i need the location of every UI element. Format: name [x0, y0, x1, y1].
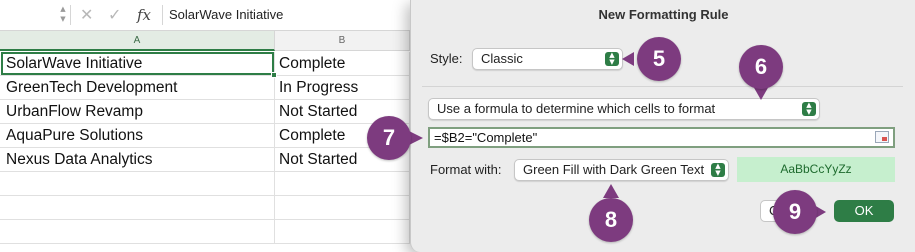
cell-a8[interactable]	[0, 196, 275, 220]
insert-function-icon[interactable]: fx	[137, 4, 157, 26]
style-select-value: Classic	[481, 51, 523, 66]
collapse-dialog-icon[interactable]	[875, 131, 889, 143]
format-preview: AaBbCcYyZz	[737, 157, 895, 182]
cell-a5[interactable]: AquaPure Solutions	[0, 124, 275, 148]
formula-bar-content[interactable]: SolarWave Initiative	[169, 6, 283, 24]
column-header-a[interactable]: A	[0, 31, 275, 51]
cell-a7[interactable]	[0, 172, 275, 196]
callout-pointer	[622, 52, 634, 66]
format-with-label: Format with:	[430, 162, 502, 177]
callout-badge-7: 7	[367, 116, 411, 160]
rule-type-select-value: Use a formula to determine which cells t…	[437, 101, 716, 116]
callout-badge-5: 5	[637, 37, 681, 81]
divider	[422, 86, 903, 87]
callout-badge-8: 8	[589, 198, 633, 242]
cell-a4[interactable]: UrbanFlow Revamp	[0, 100, 275, 124]
cell-b9[interactable]	[275, 220, 410, 244]
ok-button[interactable]: OK	[834, 200, 894, 222]
cell-b8[interactable]	[275, 196, 410, 220]
style-label: Style:	[430, 51, 463, 66]
dialog-title: New Formatting Rule	[598, 7, 729, 22]
cell-b2[interactable]: Complete	[275, 52, 410, 76]
divider	[162, 5, 163, 25]
formula-input[interactable]: =$B2="Complete"	[428, 127, 895, 148]
name-box[interactable]	[0, 3, 55, 27]
chevron-updown-icon: ▲ ▼	[802, 102, 816, 116]
format-with-select[interactable]: Green Fill with Dark Green Text ▲ ▼	[514, 159, 729, 181]
format-with-select-value: Green Fill with Dark Green Text	[523, 162, 705, 177]
rule-type-select[interactable]: Use a formula to determine which cells t…	[428, 98, 820, 120]
cell-a9[interactable]	[0, 220, 275, 244]
style-select[interactable]: Classic ▲ ▼	[472, 48, 623, 70]
fill-handle[interactable]	[271, 72, 277, 78]
chevron-updown-icon: ▲ ▼	[605, 52, 619, 66]
divider	[70, 5, 71, 25]
cell-a3[interactable]: GreenTech Development	[0, 76, 275, 100]
formula-input-value: =$B2="Complete"	[434, 130, 538, 145]
cell-b3[interactable]: In Progress	[275, 76, 410, 100]
chevron-updown-icon: ▲ ▼	[711, 163, 725, 177]
cancel-edit-icon[interactable]: ✕	[80, 5, 96, 25]
cell-a6[interactable]: Nexus Data Analytics	[0, 148, 275, 172]
active-cell-border	[1, 52, 274, 75]
name-box-dropdown-icon[interactable]: ▲ ▼	[58, 4, 68, 26]
callout-pointer	[603, 184, 619, 198]
column-header-b[interactable]: B	[275, 31, 410, 51]
callout-pointer	[409, 131, 423, 145]
confirm-edit-icon[interactable]: ✓	[108, 5, 124, 25]
cell-b7[interactable]	[275, 172, 410, 196]
callout-badge-9: 9	[773, 190, 817, 234]
callout-badge-6: 6	[739, 45, 783, 89]
